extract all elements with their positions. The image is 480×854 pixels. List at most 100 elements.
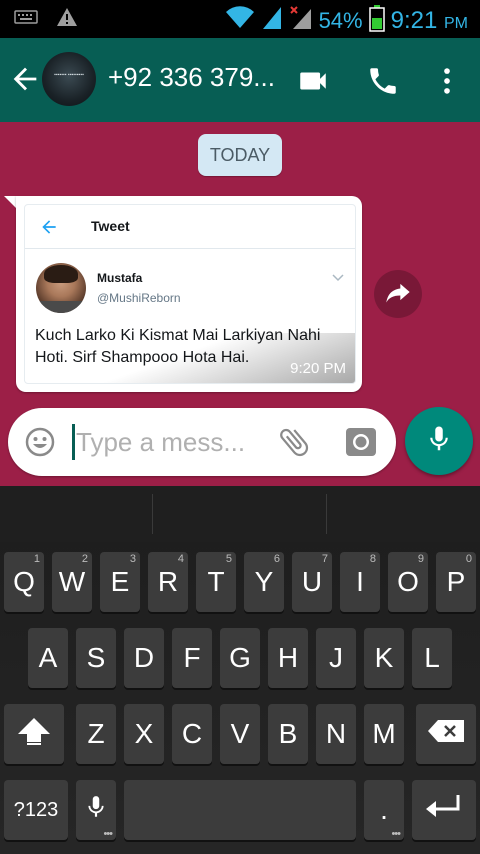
key-x[interactable]: X bbox=[124, 704, 164, 764]
key-label: P bbox=[446, 566, 466, 597]
key-u[interactable]: U7 bbox=[292, 552, 332, 612]
message-input[interactable] bbox=[76, 418, 266, 466]
arrow-left-icon[interactable] bbox=[8, 62, 42, 96]
date-chip: TODAY bbox=[198, 134, 282, 176]
warning-icon bbox=[56, 7, 78, 32]
key-p[interactable]: P0 bbox=[436, 552, 476, 612]
enter-key[interactable] bbox=[412, 780, 476, 840]
avatar-graphic: ▪▪▪▪▪▪▪ ▪▪▪▪▪▪▪▪▪ bbox=[54, 72, 84, 78]
key-k[interactable]: K bbox=[364, 628, 404, 688]
soft-keyboard: Q1 W2 E3 R4 T5 Y6 U7 I8 O9 P0 A S D F G … bbox=[0, 486, 480, 854]
key-i[interactable]: I8 bbox=[340, 552, 380, 612]
key-f[interactable]: F bbox=[172, 628, 212, 688]
wifi-icon bbox=[225, 6, 255, 35]
key-hint: 9 bbox=[417, 553, 424, 565]
key-d[interactable]: D bbox=[124, 628, 164, 688]
battery-icon bbox=[368, 4, 385, 37]
key-o[interactable]: O9 bbox=[388, 552, 428, 612]
key-t[interactable]: T5 bbox=[196, 552, 236, 612]
key-q[interactable]: Q1 bbox=[4, 552, 44, 612]
backspace-icon bbox=[426, 718, 466, 751]
arrow-left-icon bbox=[39, 217, 59, 237]
contact-avatar[interactable]: ▪▪▪▪▪▪▪ ▪▪▪▪▪▪▪▪▪ bbox=[42, 52, 96, 106]
key-c[interactable]: C bbox=[172, 704, 212, 764]
space-key[interactable] bbox=[124, 780, 356, 840]
key-label: W bbox=[58, 566, 86, 597]
key-n[interactable]: N bbox=[316, 704, 356, 764]
phone-icon[interactable] bbox=[366, 64, 400, 98]
key-j[interactable]: J bbox=[316, 628, 356, 688]
paperclip-icon[interactable] bbox=[276, 424, 312, 460]
suggestion-divider bbox=[152, 494, 153, 534]
tweet-user-avatar bbox=[36, 263, 86, 313]
key-v[interactable]: V bbox=[220, 704, 260, 764]
voice-record-button[interactable] bbox=[405, 407, 473, 475]
signal-x-icon bbox=[289, 5, 313, 36]
key-hint: 4 bbox=[177, 553, 184, 565]
more-dots-icon: ••• bbox=[103, 828, 113, 840]
status-bar: 54% 9:21 PM bbox=[0, 0, 480, 38]
camera-icon[interactable] bbox=[344, 424, 380, 460]
tweet-screenshot[interactable]: Tweet Mustafa @MushiReborn Kuch Larko Ki… bbox=[24, 204, 356, 384]
text-cursor bbox=[72, 424, 75, 460]
suggestion-strip[interactable] bbox=[0, 486, 480, 542]
message-time: 9:20 PM bbox=[290, 360, 346, 377]
key-hint: 7 bbox=[321, 553, 328, 565]
emoji-icon[interactable] bbox=[24, 426, 56, 458]
chat-header: ▪▪▪▪▪▪▪ ▪▪▪▪▪▪▪▪▪ +92 336 379... bbox=[0, 38, 480, 122]
shift-key[interactable] bbox=[4, 704, 64, 764]
key-h[interactable]: H bbox=[268, 628, 308, 688]
backspace-key[interactable] bbox=[416, 704, 476, 764]
key-label: O bbox=[397, 566, 419, 597]
avatar-hair bbox=[44, 265, 78, 283]
key-w[interactable]: W2 bbox=[52, 552, 92, 612]
contact-name[interactable]: +92 336 379... bbox=[108, 62, 275, 93]
key-a[interactable]: A bbox=[28, 628, 68, 688]
tweet-header: Tweet bbox=[25, 205, 355, 249]
symbols-key[interactable]: ?123 bbox=[4, 780, 68, 840]
clock-time: 9:21 bbox=[390, 6, 438, 34]
mic-icon bbox=[83, 792, 109, 829]
more-dots-icon: ••• bbox=[391, 828, 401, 840]
tweet-user-handle: @MushiReborn bbox=[97, 291, 181, 305]
key-z[interactable]: Z bbox=[76, 704, 116, 764]
key-hint: 5 bbox=[225, 553, 232, 565]
keyboard-icon bbox=[14, 8, 38, 31]
message-bubble[interactable]: Tweet Mustafa @MushiReborn Kuch Larko Ki… bbox=[16, 196, 362, 392]
key-hint: 2 bbox=[81, 553, 88, 565]
videocam-icon[interactable] bbox=[296, 64, 330, 98]
key-m[interactable]: M bbox=[364, 704, 404, 764]
key-r[interactable]: R4 bbox=[148, 552, 188, 612]
key-l[interactable]: L bbox=[412, 628, 452, 688]
enter-icon bbox=[424, 793, 464, 828]
avatar-shirt bbox=[36, 301, 86, 313]
key-hint: 8 bbox=[369, 553, 376, 565]
key-label: Y bbox=[254, 566, 274, 597]
chevron-down-icon bbox=[331, 271, 345, 285]
key-label: U bbox=[301, 566, 323, 597]
suggestion-divider bbox=[326, 494, 327, 534]
key-y[interactable]: Y6 bbox=[244, 552, 284, 612]
voice-input-key[interactable]: ••• bbox=[76, 780, 116, 840]
message-composer bbox=[8, 408, 396, 476]
key-e[interactable]: E3 bbox=[100, 552, 140, 612]
key-hint: 0 bbox=[465, 553, 472, 565]
key-b[interactable]: B bbox=[268, 704, 308, 764]
more-vert-icon[interactable] bbox=[430, 64, 464, 98]
mic-icon bbox=[424, 424, 454, 459]
key-label: E bbox=[110, 566, 130, 597]
key-g[interactable]: G bbox=[220, 628, 260, 688]
period-key[interactable]: . ••• bbox=[364, 780, 404, 840]
tweet-user-name: Mustafa bbox=[97, 271, 143, 285]
signal-icon bbox=[261, 5, 283, 36]
clock: 9:21 PM bbox=[391, 7, 468, 35]
battery-percent: 54% bbox=[318, 7, 363, 33]
tweet-title: Tweet bbox=[91, 218, 130, 234]
key-s[interactable]: S bbox=[76, 628, 116, 688]
key-label: . bbox=[380, 794, 388, 825]
forward-button[interactable] bbox=[374, 270, 422, 318]
shift-icon bbox=[16, 716, 52, 753]
clock-ampm: PM bbox=[444, 14, 468, 32]
key-hint: 6 bbox=[273, 553, 280, 565]
key-label: T bbox=[207, 566, 225, 597]
